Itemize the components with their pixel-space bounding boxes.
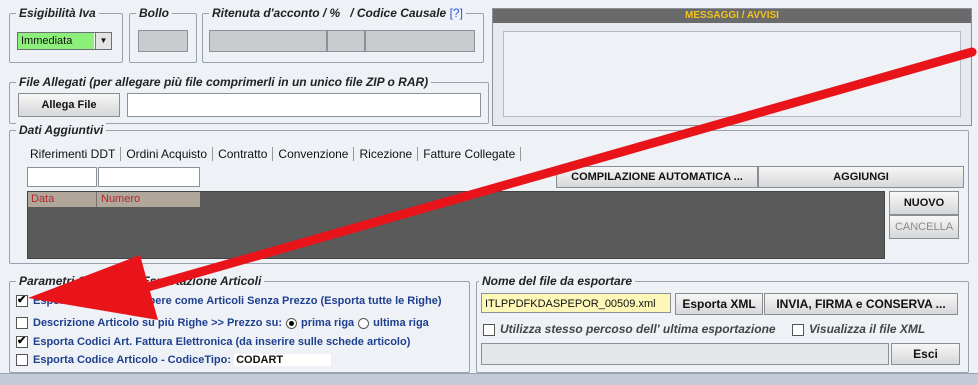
ritenuta-legend-text: Ritenuta d'acconto / % / Codice Causale (212, 6, 447, 20)
ritenuta-fieldset: Ritenuta d'acconto / % / Codice Causale … (202, 6, 484, 63)
stesso-percorso-label: Utilizza stesso percoso dell' ultima esp… (500, 322, 776, 336)
parametri-legend: Parametri C per Esportazione Articoli (16, 274, 265, 288)
checkbox-visualizza-xml[interactable] (792, 323, 804, 336)
dati-aggiuntivi-legend: Dati Aggiuntivi (16, 123, 107, 137)
radio-prima-riga[interactable] (285, 317, 297, 329)
codice-causale-input[interactable] (365, 30, 475, 52)
esigibilita-select[interactable]: Immediata ▼ (17, 32, 112, 50)
visualizza-xml-label: Visualizza il file XML (809, 322, 926, 336)
cancella-button[interactable]: CANCELLA (889, 215, 959, 239)
opt-codice-articolo-label: Esporta Codice Articolo - CodiceTipo: (33, 354, 232, 366)
bollo-input[interactable] (138, 30, 188, 52)
nomefile-fieldset: Nome del file da esportare ITLPPDFKDASPE… (476, 274, 969, 373)
column-header-numero[interactable]: Numero (101, 193, 140, 205)
checkbox-codici-art-fattura[interactable] (16, 334, 28, 349)
dati-aggiuntivi-fieldset: Dati Aggiuntivi Riferimenti DDT Ordini Ac… (9, 123, 969, 264)
compilazione-automatica-button[interactable]: COMPILAZIONE AUTOMATICA ... (556, 166, 758, 188)
aggiungi-button[interactable]: AGGIUNGI (758, 166, 964, 188)
opt-stesso-percorso[interactable]: Utilizza stesso percoso dell' ultima esp… (483, 322, 776, 336)
opt-codici-art-fattura[interactable]: Esporta Codici Art. Fattura Elettronica … (16, 334, 411, 349)
esigibilita-value: Immediata (18, 33, 94, 49)
chevron-down-icon[interactable]: ▼ (95, 33, 111, 49)
codice-tipo-value[interactable]: CODART (234, 354, 332, 366)
messaggi-area (503, 31, 961, 117)
checkbox-descrizione-piu-righe[interactable] (16, 317, 28, 330)
opt-visualizza-xml[interactable]: Visualizza il file XML (792, 322, 925, 336)
parametri-legend-a: Parametri C (19, 274, 87, 288)
export-path-field (481, 343, 889, 365)
column-divider (96, 192, 97, 207)
nuovo-button[interactable]: NUOVO (889, 191, 959, 215)
dati-tabs: Riferimenti DDT Ordini Acquisto Contratto C… (25, 147, 522, 161)
ritenuta-input[interactable] (209, 30, 327, 52)
opt-codice-articolo[interactable]: Esporta Codice Articolo - CodiceTipo: CO… (16, 354, 332, 367)
ritenuta-legend: Ritenuta d'acconto / % / Codice Causale … (209, 6, 466, 20)
percentuale-input[interactable] (327, 30, 365, 52)
invia-firma-conserva-button[interactable]: INVIA, FIRMA e CONSERVA ... (764, 293, 958, 315)
ddt-data-input[interactable] (27, 167, 97, 187)
opt-descrizioni-libere[interactable]: Esporta Descrizioni Libere come Articoli… (16, 293, 442, 308)
tab-contratto[interactable]: Contratto (213, 147, 274, 161)
tab-ricezione[interactable]: Ricezione (354, 147, 419, 161)
radio-ultima-riga-label: ultima riga (373, 317, 429, 329)
messaggi-panel: MESSAGGI / AVVISI (492, 8, 972, 126)
ddt-grid-header: Data Numero (28, 192, 200, 207)
tab-convenzione[interactable]: Convenzione (273, 147, 355, 161)
tab-ordini-acquisto[interactable]: Ordini Acquisto (121, 147, 214, 161)
ddt-grid[interactable]: Data Numero (27, 191, 885, 259)
messaggi-header: MESSAGGI / AVVISI (493, 9, 971, 23)
ritenuta-help-link[interactable]: [?] (450, 6, 463, 20)
checkbox-stesso-percorso[interactable] (483, 323, 495, 336)
opt-descrizioni-libere-label: Esporta Descrizioni Libere come Articoli… (33, 295, 442, 307)
esigibilita-legend: Esigibilità Iva (16, 6, 99, 20)
bottom-strip (0, 373, 978, 385)
filename-input[interactable]: ITLPPDFKDASPEPOR_00509.xml (481, 293, 671, 313)
parametri-legend-b: per Esportazione Articoli (119, 274, 262, 288)
opt-descrizione-piu-righe-label: Descrizione Articolo su più Righe >> Pre… (33, 317, 282, 329)
tab-fatture-collegate[interactable]: Fatture Collegate (418, 147, 522, 161)
opt-codici-art-fattura-label: Esporta Codici Art. Fattura Elettronica … (33, 336, 411, 348)
bollo-legend: Bollo (136, 6, 172, 20)
esigibilita-fieldset: Esigibilità Iva Immediata ▼ (9, 6, 123, 63)
opt-descrizione-piu-righe[interactable]: Descrizione Articolo su più Righe >> Pre… (16, 317, 429, 330)
esporta-xml-button[interactable]: Esporta XML (675, 293, 763, 315)
allegati-legend: File Allegati (per allegare più file com… (16, 75, 432, 89)
column-header-data[interactable]: Data (31, 193, 54, 205)
allegati-path-input[interactable] (127, 93, 481, 117)
tab-riferimenti-ddt[interactable]: Riferimenti DDT (25, 147, 122, 161)
bollo-fieldset: Bollo (129, 6, 197, 63)
checkbox-descrizioni-libere[interactable] (16, 293, 28, 308)
ddt-numero-input[interactable] (98, 167, 200, 187)
parametri-fieldset: Parametri C per Esportazione Articoli Es… (9, 274, 470, 373)
allega-file-button[interactable]: Allega File (18, 93, 120, 117)
allegati-fieldset: File Allegati (per allegare più file com… (9, 75, 489, 124)
nomefile-legend: Nome del file da esportare (479, 274, 636, 288)
radio-ultima-riga[interactable] (358, 317, 370, 329)
radio-prima-riga-label: prima riga (300, 317, 355, 329)
esci-button[interactable]: Esci (891, 343, 960, 365)
checkbox-codice-articolo[interactable] (16, 354, 28, 367)
